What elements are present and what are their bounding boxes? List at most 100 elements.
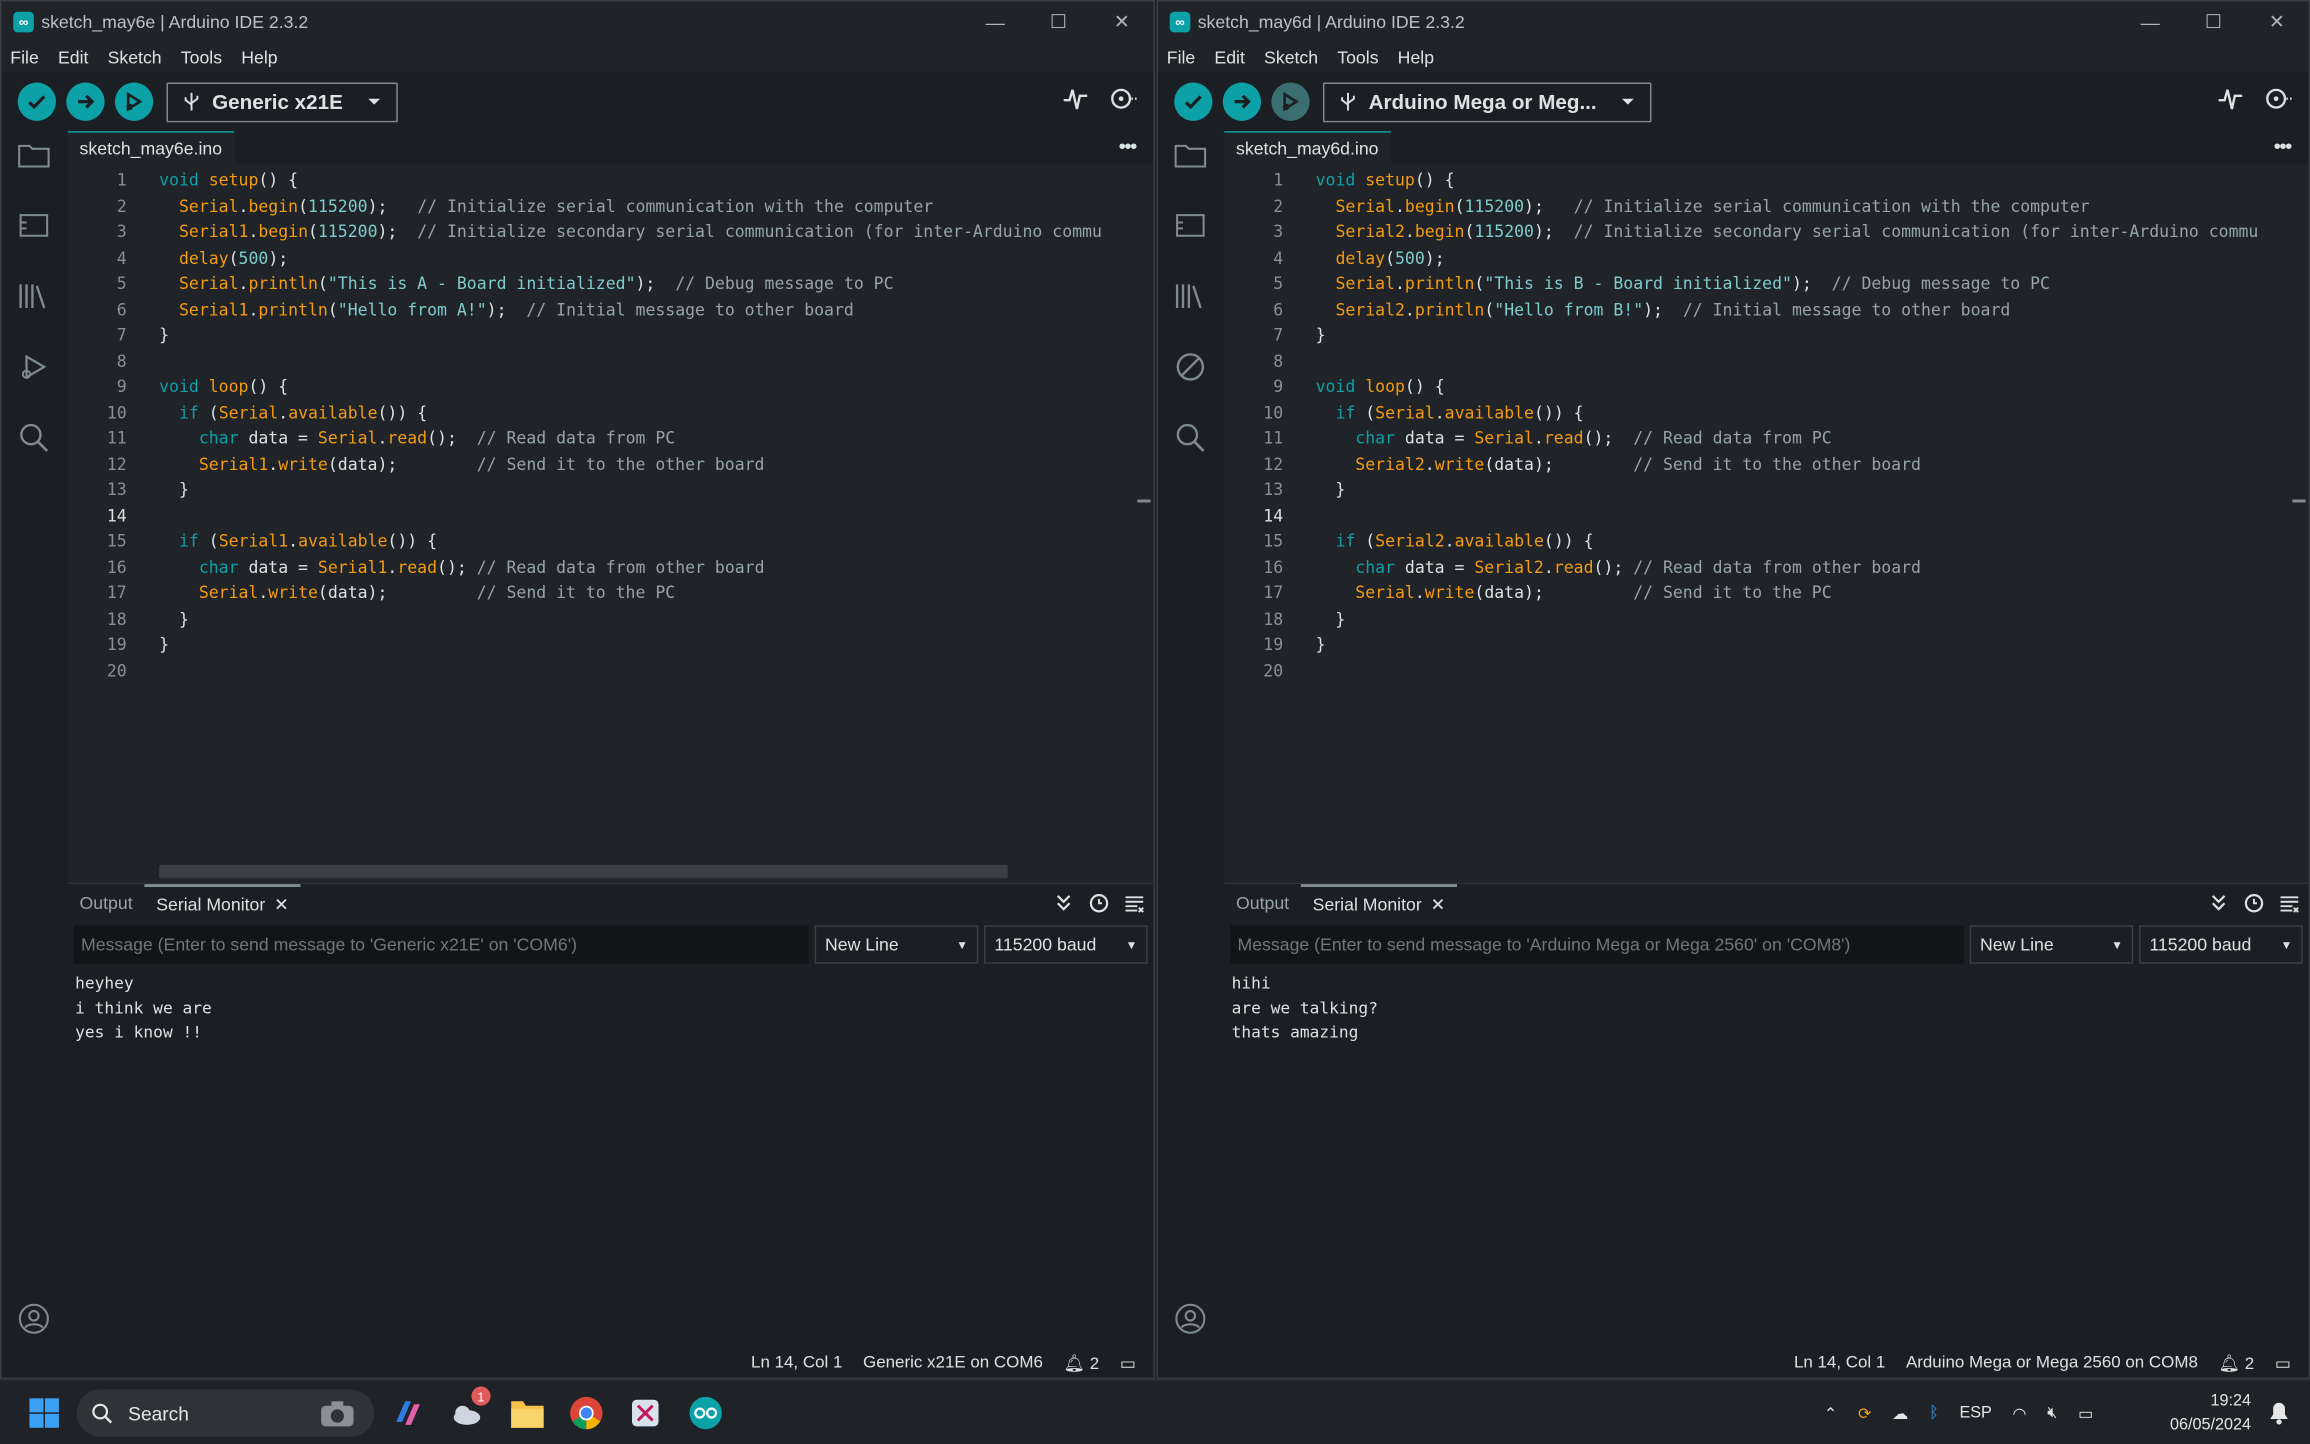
code-line[interactable]: 17 Serial.write(data); // Send it to the…: [68, 581, 1136, 607]
menu-file[interactable]: File: [1167, 47, 1195, 68]
menu-sketch[interactable]: Sketch: [108, 47, 162, 68]
code-line[interactable]: 18 }: [1224, 606, 2291, 632]
code-line[interactable]: 4 delay(500);: [68, 245, 1136, 271]
close-icon[interactable]: ✕: [1431, 894, 1446, 915]
code-line[interactable]: 3 Serial2.begin(115200); // Initialize s…: [1224, 220, 2291, 246]
code-line[interactable]: 15 if (Serial1.available()) {: [68, 529, 1136, 555]
debug-button[interactable]: [114, 82, 154, 121]
library-manager-icon[interactable]: [16, 278, 51, 313]
code-line[interactable]: 11 char data = Serial.read(); // Read da…: [68, 426, 1136, 452]
more-options-icon[interactable]: •••: [1119, 134, 1138, 158]
copilot-app-icon[interactable]: [387, 1392, 428, 1433]
message-input[interactable]: [1230, 925, 1964, 964]
tab-output[interactable]: Output: [1224, 883, 1301, 923]
notification-bell-icon[interactable]: [2269, 1401, 2290, 1432]
menu-sketch[interactable]: Sketch: [1264, 47, 1318, 68]
code-line[interactable]: 20: [68, 658, 1136, 684]
menu-tools[interactable]: Tools: [1337, 47, 1378, 68]
close-window-button[interactable]: ✕: [2245, 1, 2308, 42]
minimize-button[interactable]: —: [2118, 1, 2181, 42]
code-line[interactable]: 5 Serial.println("This is B - Board init…: [1224, 271, 2291, 297]
timestamp-clock-icon[interactable]: [2244, 893, 2265, 914]
line-ending-select[interactable]: New Line ▼: [814, 925, 979, 964]
minimize-button[interactable]: —: [963, 1, 1026, 42]
code-line[interactable]: 12 Serial2.write(data); // Send it to th…: [1224, 452, 2291, 478]
line-ending-select[interactable]: New Line ▼: [1969, 925, 2134, 964]
code-line[interactable]: 17 Serial.write(data); // Send it to the…: [1224, 581, 2291, 607]
file-tab[interactable]: sketch_may6e.ino: [67, 131, 234, 164]
code-line[interactable]: 8: [68, 348, 1136, 374]
code-line[interactable]: 19}: [68, 632, 1136, 658]
notifications[interactable]: 🔔︎ 2: [2219, 1353, 2255, 1374]
sync-icon[interactable]: ⟳: [1858, 1403, 1872, 1423]
board-selector[interactable]: Arduino Mega or Meg...: [1322, 81, 1652, 122]
snipping-tool-icon[interactable]: [625, 1392, 666, 1433]
board-port-status[interactable]: Arduino Mega or Mega 2560 on COM8: [1906, 1354, 2198, 1372]
search-icon[interactable]: [1173, 420, 1208, 455]
code-line[interactable]: 6 Serial2.println("Hello from B!"); // I…: [1224, 297, 2291, 323]
menu-help[interactable]: Help: [1398, 47, 1434, 68]
taskbar-search[interactable]: Search: [76, 1389, 375, 1437]
battery-icon[interactable]: ▭: [2078, 1403, 2093, 1423]
board-selector[interactable]: Generic x21E: [166, 81, 398, 122]
code-line[interactable]: 8: [1224, 348, 2291, 374]
horizontal-scrollbar[interactable]: [159, 864, 1008, 879]
tab-serial-monitor[interactable]: Serial Monitor ✕: [144, 883, 301, 923]
maximize-button[interactable]: ☐: [2182, 1, 2245, 42]
title-bar[interactable]: ∞ sketch_may6d | Arduino IDE 2.3.2 — ☐ ✕: [1157, 1, 2309, 43]
code-line[interactable]: 12 Serial1.write(data); // Send it to th…: [68, 452, 1136, 478]
code-line[interactable]: 6 Serial1.println("Hello from A!"); // I…: [68, 297, 1136, 323]
boards-manager-icon[interactable]: [1173, 208, 1208, 243]
cloud-icon[interactable]: ☁: [1892, 1403, 1908, 1423]
close-icon[interactable]: ✕: [274, 894, 289, 915]
account-icon[interactable]: [16, 1301, 51, 1336]
serial-plotter-icon[interactable]: [1062, 85, 1089, 112]
clock[interactable]: 19:24 06/05/2024: [2170, 1389, 2251, 1436]
account-icon[interactable]: [1173, 1301, 1208, 1336]
search-icon[interactable]: [16, 420, 51, 455]
close-window-button[interactable]: ✕: [1090, 1, 1153, 42]
library-manager-icon[interactable]: [1173, 278, 1208, 313]
code-line[interactable]: 10 if (Serial.available()) {: [68, 400, 1136, 426]
timestamp-clock-icon[interactable]: [1089, 893, 1110, 914]
menu-tools[interactable]: Tools: [181, 47, 222, 68]
menu-edit[interactable]: Edit: [58, 47, 88, 68]
sketchbook-folder-icon[interactable]: [16, 137, 51, 172]
baud-rate-select[interactable]: 115200 baud ▼: [2139, 925, 2303, 964]
more-options-icon[interactable]: •••: [2274, 134, 2293, 158]
code-line[interactable]: 19}: [1224, 632, 2291, 658]
volume-muted-icon[interactable]: 🔇︎: [2047, 1403, 2057, 1422]
debug-disabled-icon[interactable]: [1173, 349, 1208, 384]
verify-button[interactable]: [1174, 82, 1213, 121]
board-port-status[interactable]: Generic x21E on COM6: [863, 1354, 1043, 1372]
code-line[interactable]: 20: [1224, 658, 2291, 684]
baud-rate-select[interactable]: 115200 baud ▼: [984, 925, 1148, 964]
file-explorer-icon[interactable]: [507, 1392, 548, 1433]
code-line[interactable]: 14: [68, 503, 1136, 529]
code-line[interactable]: 3 Serial1.begin(115200); // Initialize s…: [68, 220, 1136, 246]
code-line[interactable]: 9 void loop() {: [68, 374, 1136, 400]
code-line[interactable]: 4 delay(500);: [1224, 245, 2291, 271]
vertical-scrollbar[interactable]: [1135, 163, 1154, 883]
serial-monitor-icon[interactable]: [1109, 85, 1138, 112]
tab-output[interactable]: Output: [68, 883, 145, 923]
start-windows-icon[interactable]: [24, 1392, 65, 1433]
code-editor[interactable]: 1 void setup() {2 Serial.begin(115200); /…: [67, 163, 1136, 883]
debug-button[interactable]: [1271, 82, 1310, 121]
code-editor[interactable]: 1 void setup() {2 Serial.begin(115200); /…: [1224, 163, 2291, 883]
code-line[interactable]: 13 }: [1224, 477, 2291, 503]
chevron-up-icon[interactable]: ⌃: [1824, 1403, 1838, 1423]
notifications[interactable]: 🔔︎ 2: [1064, 1353, 1100, 1374]
serial-plotter-icon[interactable]: [2217, 85, 2244, 112]
code-line[interactable]: 1 void setup() {: [1224, 168, 2291, 194]
verify-button[interactable]: [17, 82, 56, 121]
code-line[interactable]: 11 char data = Serial.read(); // Read da…: [1224, 426, 2291, 452]
toggle-panel-icon[interactable]: ▭: [2275, 1353, 2291, 1374]
chrome-icon[interactable]: [566, 1392, 607, 1433]
language-indicator[interactable]: ESP: [1959, 1404, 1991, 1422]
tab-serial-monitor[interactable]: Serial Monitor ✕: [1300, 883, 1458, 923]
code-line[interactable]: 2 Serial.begin(115200); // Initialize se…: [1224, 194, 2291, 220]
weather-app-icon[interactable]: 1: [446, 1386, 491, 1433]
code-line[interactable]: 1 void setup() {: [68, 168, 1136, 194]
file-tab[interactable]: sketch_may6d.ino: [1224, 131, 1391, 164]
